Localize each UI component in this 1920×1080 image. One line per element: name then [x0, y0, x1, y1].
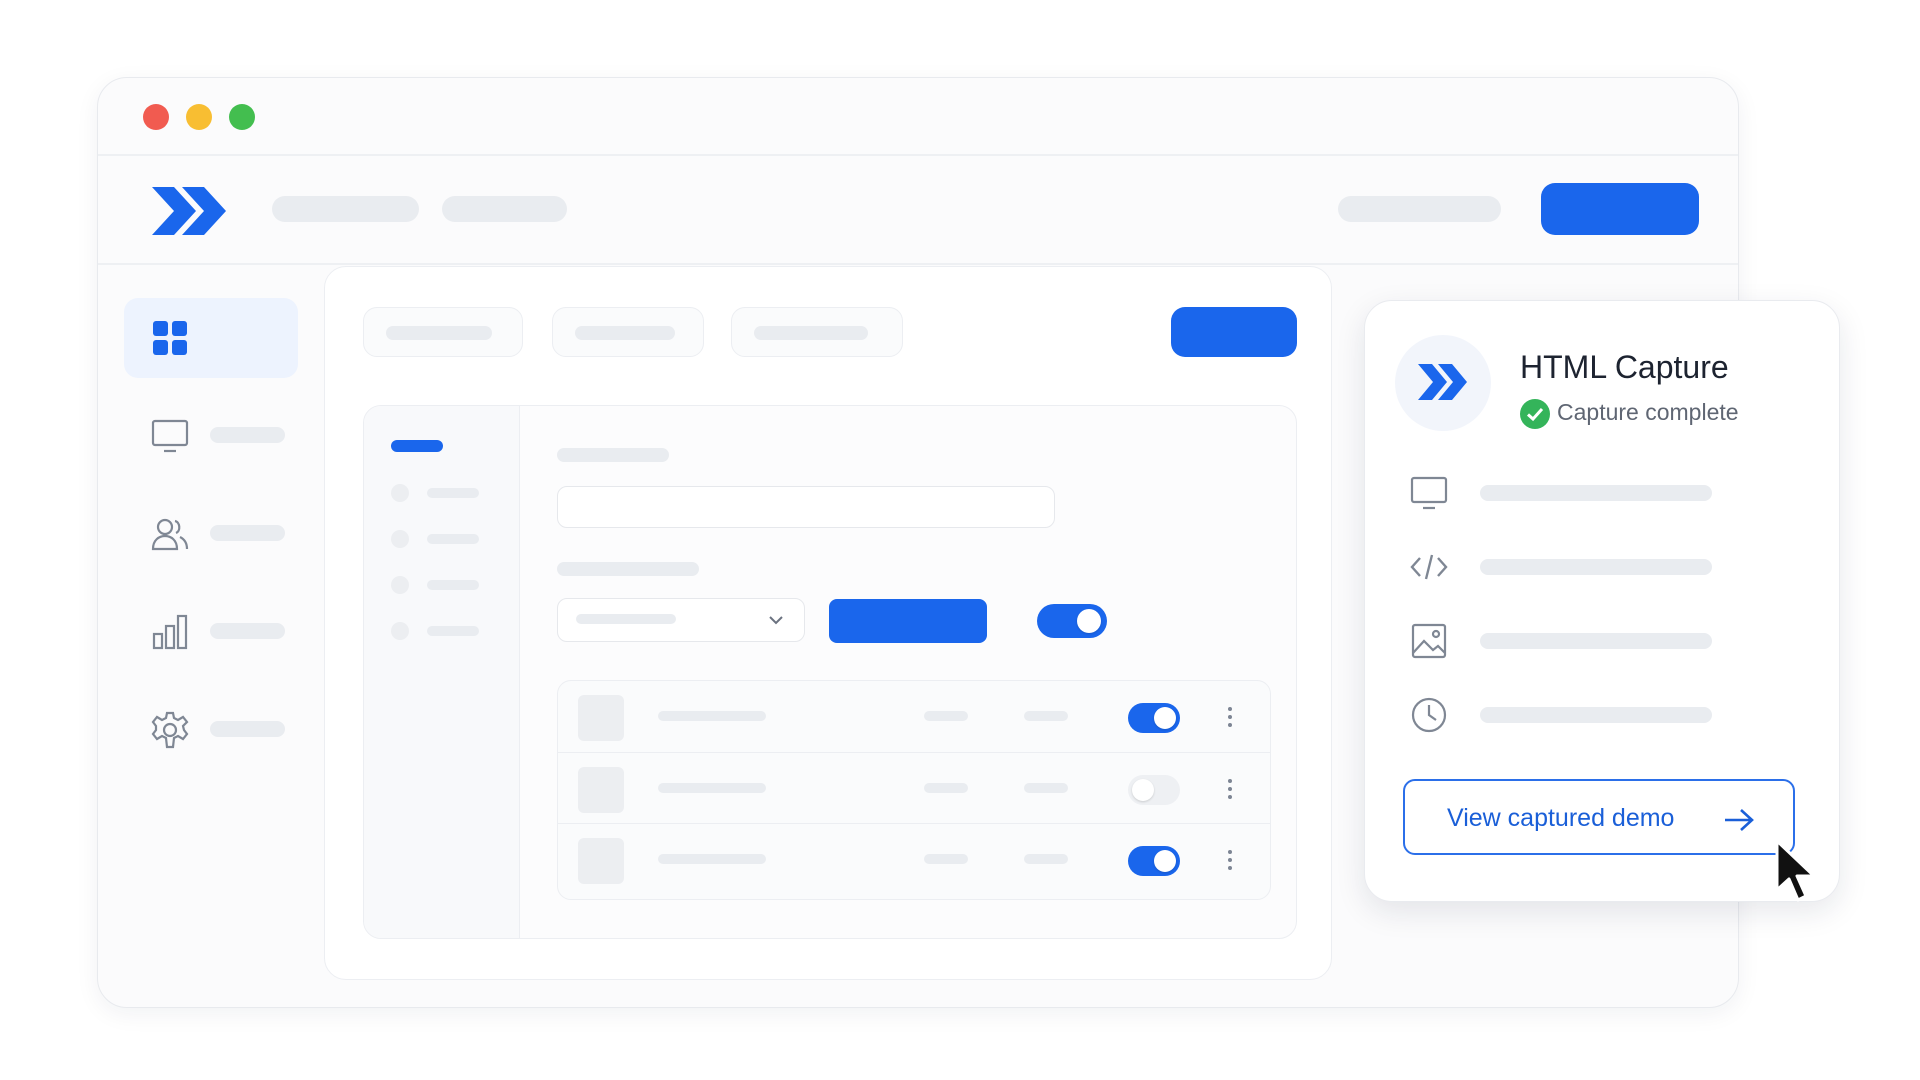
kebab-menu-icon[interactable] — [1228, 707, 1232, 727]
capture-detail-placeholder — [1480, 633, 1712, 649]
row-title-placeholder — [658, 783, 766, 793]
inner-nav-bullet — [391, 484, 409, 502]
window-zoom-button[interactable] — [229, 104, 255, 130]
chevron-down-icon — [769, 616, 783, 625]
inner-nav-item[interactable] — [427, 626, 479, 636]
view-captured-demo-button[interactable]: View captured demo — [1403, 779, 1795, 855]
double-chevron-right-icon — [1418, 364, 1467, 400]
select-value-placeholder — [576, 614, 676, 624]
row-cell-placeholder — [924, 854, 968, 864]
data-table — [557, 680, 1271, 900]
users-icon — [151, 518, 189, 551]
row-toggle[interactable] — [1128, 846, 1180, 876]
row-thumbnail — [578, 838, 624, 884]
inner-nav-active-indicator[interactable] — [391, 440, 443, 452]
main-panel — [324, 266, 1332, 980]
header-divider — [98, 263, 1738, 265]
capture-detail-placeholder — [1480, 559, 1712, 575]
bar-chart-icon — [152, 614, 188, 650]
tab-placeholder[interactable] — [731, 307, 903, 357]
header-primary-button[interactable] — [1541, 183, 1699, 235]
row-cell-placeholder — [924, 783, 968, 793]
table-row[interactable] — [558, 752, 1270, 823]
inner-sidebar — [364, 406, 520, 938]
row-title-placeholder — [658, 854, 766, 864]
monitor-icon — [1410, 476, 1448, 510]
window-minimize-button[interactable] — [186, 104, 212, 130]
table-row[interactable] — [558, 681, 1270, 751]
sidebar-item-analytics[interactable] — [124, 592, 298, 672]
check-circle-icon — [1520, 399, 1550, 429]
arrow-right-icon — [1725, 809, 1754, 831]
inner-nav-item[interactable] — [427, 488, 479, 498]
row-cell-placeholder — [1024, 711, 1068, 721]
field-label-placeholder — [557, 562, 699, 576]
sidebar-label-placeholder — [210, 623, 285, 639]
grid-icon — [153, 321, 187, 355]
table-row[interactable] — [558, 823, 1270, 894]
row-cell-placeholder — [924, 711, 968, 721]
form-toggle[interactable] — [1037, 604, 1107, 638]
row-thumbnail — [578, 695, 624, 741]
row-title-placeholder — [658, 711, 766, 721]
nav-link-placeholder[interactable] — [272, 196, 419, 222]
tab-placeholder[interactable] — [552, 307, 704, 357]
monitor-icon — [151, 419, 189, 453]
code-icon — [1410, 554, 1448, 580]
nav-link-placeholder[interactable] — [442, 196, 567, 222]
kebab-menu-icon[interactable] — [1228, 779, 1232, 799]
field-label-placeholder — [557, 448, 669, 462]
sidebar-label-placeholder — [210, 525, 285, 541]
capture-title: HTML Capture — [1520, 349, 1729, 385]
select-dropdown[interactable] — [557, 598, 805, 642]
capture-status: Capture complete — [1557, 399, 1739, 425]
row-cell-placeholder — [1024, 783, 1068, 793]
panel-primary-button[interactable] — [1171, 307, 1297, 357]
inner-nav-bullet — [391, 576, 409, 594]
tab-placeholder[interactable] — [363, 307, 523, 357]
row-cell-placeholder — [1024, 854, 1068, 864]
inner-nav-item[interactable] — [427, 534, 479, 544]
sidebar-label-placeholder — [210, 721, 285, 737]
text-input[interactable] — [557, 486, 1055, 528]
capture-logo — [1395, 335, 1491, 431]
titlebar-divider — [98, 154, 1738, 156]
clock-icon — [1411, 697, 1447, 733]
form-card — [363, 405, 1297, 939]
gear-icon — [151, 711, 189, 749]
row-toggle[interactable] — [1128, 775, 1180, 805]
sidebar-item-dashboard[interactable] — [124, 298, 298, 378]
row-thumbnail — [578, 767, 624, 813]
window-close-button[interactable] — [143, 104, 169, 130]
sidebar-label-placeholder — [210, 427, 285, 443]
capture-card: HTML Capture Capture complete View captu… — [1364, 300, 1840, 902]
inner-nav-bullet — [391, 530, 409, 548]
row-toggle[interactable] — [1128, 703, 1180, 733]
sidebar-item-display[interactable] — [124, 396, 298, 476]
app-logo-icon[interactable] — [148, 183, 230, 239]
kebab-menu-icon[interactable] — [1228, 850, 1232, 870]
capture-detail-placeholder — [1480, 707, 1712, 723]
sidebar-item-settings[interactable] — [124, 690, 298, 770]
button-label: View captured demo — [1447, 804, 1675, 832]
form-submit-button[interactable] — [829, 599, 987, 643]
capture-detail-placeholder — [1480, 485, 1712, 501]
inner-nav-item[interactable] — [427, 580, 479, 590]
header-link-placeholder[interactable] — [1338, 196, 1501, 222]
mouse-cursor-icon — [1775, 839, 1816, 902]
sidebar-item-users[interactable] — [124, 494, 298, 574]
image-icon — [1411, 623, 1447, 659]
inner-nav-bullet — [391, 622, 409, 640]
